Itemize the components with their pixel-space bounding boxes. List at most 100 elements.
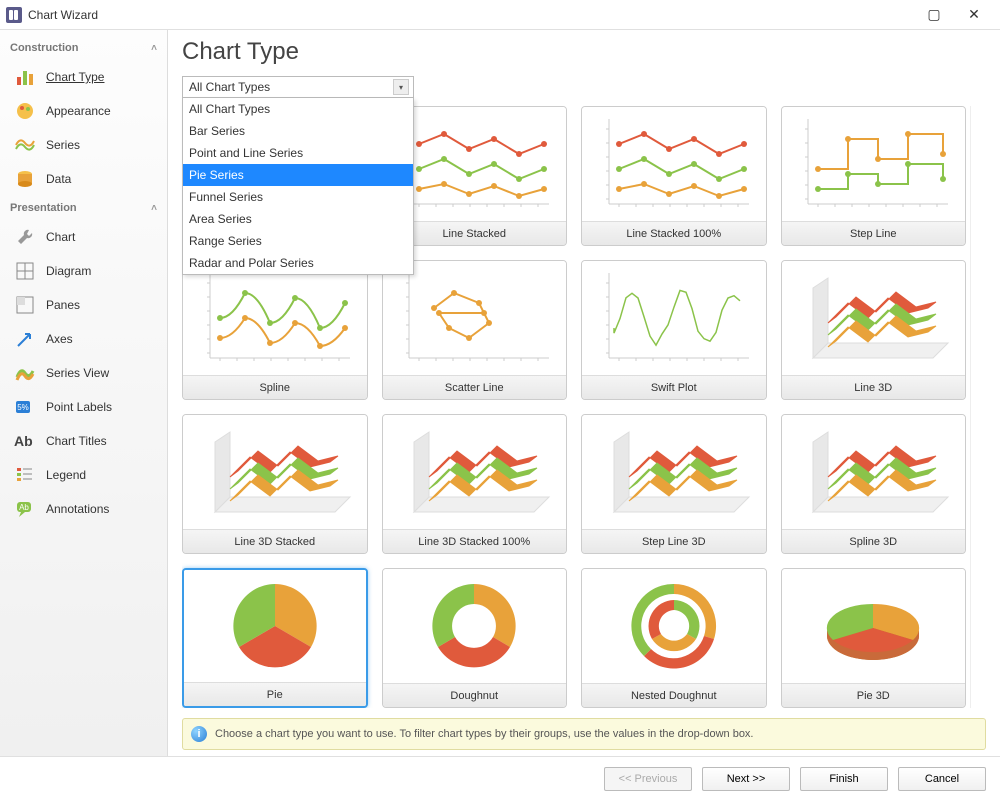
chart-tile-label: Doughnut — [383, 683, 567, 707]
nav-label: Series View — [46, 366, 109, 380]
sidebar: Construction ˄ Chart Type Appearance Serie… — [0, 30, 168, 756]
nav-item-series-view[interactable]: Series View — [0, 356, 167, 390]
chart-preview — [383, 261, 567, 375]
chart-preview — [582, 415, 766, 529]
chart-preview — [582, 261, 766, 375]
chart-preview — [383, 569, 567, 683]
window-title: Chart Wizard — [28, 8, 914, 22]
nav-label: Panes — [46, 298, 80, 312]
nav-item-appearance[interactable]: Appearance — [0, 94, 167, 128]
chevron-down-icon: ▾ — [393, 79, 409, 95]
chart-tile-scatter[interactable]: Scatter Line — [382, 260, 568, 400]
svg-text:Ab: Ab — [19, 503, 29, 512]
combo-option[interactable]: Area Series — [183, 208, 413, 230]
nav-item-annotations[interactable]: Ab Annotations — [0, 492, 167, 526]
chart-tile-l3d-stacked[interactable]: Line 3D Stacked — [182, 414, 368, 554]
chart-tile-swift[interactable]: Swift Plot — [581, 260, 767, 400]
combo-option[interactable]: Bar Series — [183, 120, 413, 142]
chart-tile-pie3d[interactable]: Pie 3D — [781, 568, 967, 708]
chart-preview — [383, 415, 567, 529]
nav-item-chart-type[interactable]: Chart Type — [0, 60, 167, 94]
chart-tile-nested-doughnut[interactable]: Nested Doughnut — [581, 568, 767, 708]
wrench-icon — [14, 226, 36, 248]
grid-icon — [14, 260, 36, 282]
combo-option[interactable]: All Chart Types — [183, 98, 413, 120]
nav-label: Chart — [46, 230, 75, 244]
legend-icon — [14, 464, 36, 486]
nav-item-series[interactable]: Series — [0, 128, 167, 162]
bars-icon — [14, 66, 36, 88]
chart-preview — [782, 569, 966, 683]
nav-label: Diagram — [46, 264, 91, 278]
chart-tile-label: Step Line — [782, 221, 966, 245]
nav-item-diagram[interactable]: Diagram — [0, 254, 167, 288]
nav-label: Series — [46, 138, 80, 152]
chart-tile-label: Swift Plot — [582, 375, 766, 399]
chart-tile-label: Line 3D Stacked 100% — [383, 529, 567, 553]
chart-tile-label: Line Stacked 100% — [582, 221, 766, 245]
chart-type-filter-combo[interactable]: All Chart Types ▾ — [182, 76, 414, 98]
cancel-button[interactable]: Cancel — [898, 767, 986, 791]
close-button[interactable]: ✕ — [954, 1, 994, 29]
next-button[interactable]: Next >> — [702, 767, 790, 791]
chart-tile-spline3d[interactable]: Spline 3D — [781, 414, 967, 554]
chart-tile-l3d-stacked-100[interactable]: Line 3D Stacked 100% — [382, 414, 568, 554]
chart-tile-label: Line 3D Stacked — [183, 529, 367, 553]
chart-tile-line-stacked-100[interactable]: Line Stacked 100% — [581, 106, 767, 246]
info-icon: i — [191, 726, 207, 742]
chart-preview — [582, 569, 766, 683]
nav-label: Axes — [46, 332, 73, 346]
nav-item-legend[interactable]: Legend — [0, 458, 167, 492]
cylinder-icon — [14, 168, 36, 190]
footer: << Previous Next >> Finish Cancel — [0, 756, 1000, 800]
maximize-button[interactable]: ▢ — [914, 1, 954, 29]
chart-type-filter-dropdown: All Chart TypesBar SeriesPoint and Line … — [182, 98, 414, 275]
nav-item-chart[interactable]: Chart — [0, 220, 167, 254]
note-icon: Ab — [14, 498, 36, 520]
section-label: Construction — [10, 42, 78, 54]
chart-tile-step3d[interactable]: Step Line 3D — [581, 414, 767, 554]
svg-text:Ab: Ab — [14, 433, 33, 449]
combo-option[interactable]: Funnel Series — [183, 186, 413, 208]
combo-option[interactable]: Radar and Polar Series — [183, 252, 413, 274]
combo-selected-value: All Chart Types — [189, 80, 270, 94]
chart-preview — [183, 261, 367, 375]
nav-item-chart-titles[interactable]: AbChart Titles — [0, 424, 167, 458]
chart-preview — [582, 107, 766, 221]
chart-tile-label: Line 3D — [782, 375, 966, 399]
chart-tile-line3d[interactable]: Line 3D — [781, 260, 967, 400]
nav-label: Chart Type — [46, 70, 104, 84]
combo-option[interactable]: Range Series — [183, 230, 413, 252]
chart-preview — [782, 261, 966, 375]
nav-item-data[interactable]: Data — [0, 162, 167, 196]
chart-tile-step-line[interactable]: Step Line — [781, 106, 967, 246]
chart-tile-doughnut[interactable]: Doughnut — [382, 568, 568, 708]
chart-preview — [782, 415, 966, 529]
chart-tile-label: Pie 3D — [782, 683, 966, 707]
nav-label: Appearance — [46, 104, 111, 118]
chart-tile-label: Scatter Line — [383, 375, 567, 399]
chart-tile-spline[interactable]: Spline — [182, 260, 368, 400]
finish-button[interactable]: Finish — [800, 767, 888, 791]
pct-icon: 5% — [14, 396, 36, 418]
section-presentation[interactable]: Presentation ˄ — [0, 196, 167, 220]
panes-icon — [14, 294, 36, 316]
combo-option[interactable]: Point and Line Series — [183, 142, 413, 164]
ribbon-icon — [14, 362, 36, 384]
nav-item-axes[interactable]: Axes — [0, 322, 167, 356]
combo-option[interactable]: Pie Series — [183, 164, 413, 186]
nav-label: Legend — [46, 468, 86, 482]
chart-preview — [782, 107, 966, 221]
scrollbar[interactable] — [970, 106, 986, 708]
palette-icon — [14, 100, 36, 122]
chart-tile-label: Spline — [183, 375, 367, 399]
chart-tile-label: Pie — [184, 682, 366, 706]
nav-label: Annotations — [46, 502, 109, 516]
nav-item-point-labels[interactable]: 5%Point Labels — [0, 390, 167, 424]
section-construction[interactable]: Construction ˄ — [0, 36, 167, 60]
chart-tile-label: Nested Doughnut — [582, 683, 766, 707]
chart-tile-pie[interactable]: Pie — [182, 568, 368, 708]
previous-button: << Previous — [604, 767, 692, 791]
page-title: Chart Type — [182, 38, 986, 66]
nav-item-panes[interactable]: Panes — [0, 288, 167, 322]
